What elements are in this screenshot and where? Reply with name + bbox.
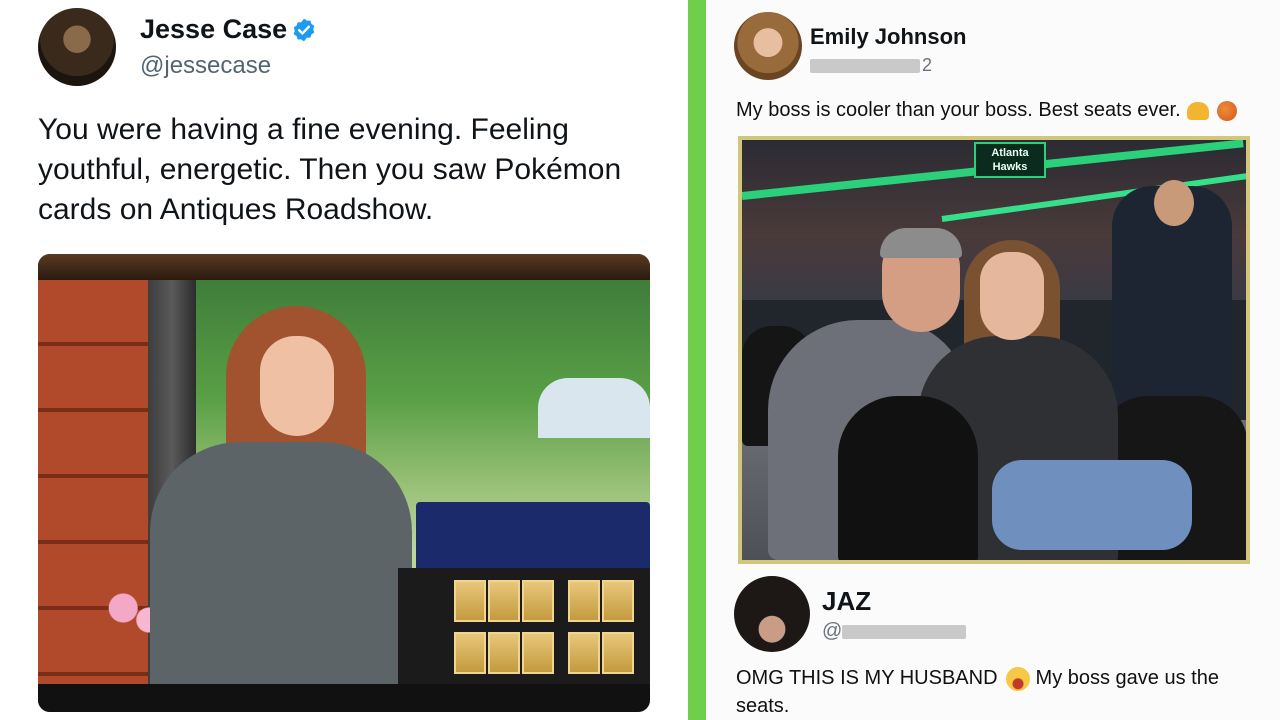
pokemon-cards: [398, 568, 650, 698]
panel-divider: [688, 0, 706, 720]
scoreboard-sign: Atlanta Hawks: [974, 142, 1046, 178]
author-avatar[interactable]: [734, 12, 802, 80]
reply-author-name[interactable]: JAZ: [822, 586, 871, 617]
left-tweet: Jesse Case @jessecase You were having a …: [0, 0, 688, 720]
basketball-icon: [1216, 100, 1237, 121]
blurred-handle: [810, 59, 920, 74]
author-handle[interactable]: 2: [810, 55, 932, 76]
author-name[interactable]: Jesse Case: [140, 14, 287, 45]
author-avatar[interactable]: [38, 8, 116, 86]
tweet-photo[interactable]: [38, 254, 650, 712]
reply-text: OMG THIS IS MY HUSBAND My boss gave us th…: [736, 666, 1219, 717]
right-post: Emily Johnson 2 My boss is cooler than y…: [706, 0, 1280, 720]
author-handle[interactable]: @jessecase: [140, 52, 271, 80]
tweet-text: You were having a fine evening. Feeling …: [38, 113, 622, 226]
tears-of-joy-icon: [1005, 666, 1030, 691]
post-photo[interactable]: Atlanta Hawks: [738, 136, 1250, 564]
post-text: My boss is cooler than your boss. Best s…: [736, 99, 1237, 122]
verified-badge-icon: [293, 18, 315, 42]
raised-hands-icon: [1186, 101, 1209, 120]
reply-author-avatar[interactable]: [734, 576, 810, 652]
reply-author-handle[interactable]: @: [822, 620, 967, 643]
blurred-handle: [842, 624, 967, 639]
author-name[interactable]: Emily Johnson: [810, 24, 966, 50]
